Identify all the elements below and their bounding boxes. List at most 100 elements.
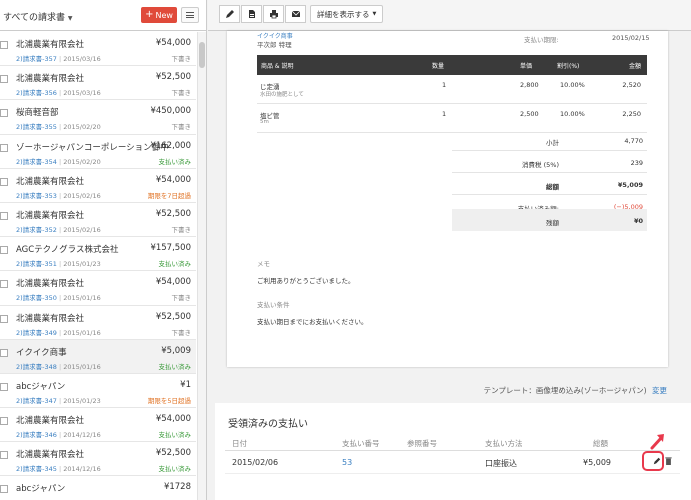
invoice-date: 2015/03/16	[63, 89, 101, 98]
tax-value: 239	[630, 159, 643, 167]
new-invoice-button[interactable]: + New	[141, 7, 177, 23]
payments-table-header: 日付 支払い番号 参照番号 支払い方法 総額	[225, 434, 680, 451]
invoice-number[interactable]: 2)請求書-353	[16, 192, 57, 200]
show-details-dropdown[interactable]: 詳細を表示する ▼	[310, 5, 384, 23]
row-checkbox[interactable]	[0, 41, 8, 49]
row-checkbox[interactable]	[0, 314, 8, 323]
invoice-list-item[interactable]: 桜商軽音部 ¥450,000 2)請求書-355 | 2015/02/20 下書き	[0, 100, 196, 135]
delete-payment-button[interactable]	[665, 457, 672, 467]
invoice-status: 支払い済み	[158, 465, 192, 474]
invoice-list-item[interactable]: 北浦農業有限会社 ¥54,000 2)請求書-357 | 2015/03/16 下書き	[0, 32, 196, 67]
caret-down-icon: ▼	[372, 11, 377, 17]
invoice-customer: ゾーホージャパンコーポレーション御中	[16, 142, 169, 153]
invoice-number[interactable]: 2)請求書-345	[16, 465, 57, 473]
invoice-customer: イクイク商事	[16, 347, 67, 358]
invoice-preview: イクイク商事 平次郎 特理 支払い期限: 2015/02/15 商品 & 説明 …	[227, 31, 668, 367]
invoice-meta: 2)請求書-346 | 2014/12/16	[16, 429, 101, 439]
row-checkbox[interactable]	[0, 246, 8, 255]
change-template-link[interactable]: 変更	[652, 386, 667, 395]
invoice-amount: ¥54,000	[155, 277, 191, 288]
payment-method: 口座振込	[485, 459, 517, 468]
row-checkbox[interactable]	[0, 451, 8, 460]
invoice-number[interactable]: 2)請求書-351	[16, 260, 57, 268]
row-checkbox[interactable]	[0, 75, 8, 84]
invoice-meta: 2)請求書-347 | 2015/01/23	[16, 395, 101, 405]
payment-number-link[interactable]: 53	[342, 458, 352, 467]
items-table-header: 商品 & 説明 数量 単価 割引(%) 金額	[257, 55, 647, 75]
show-details-label: 詳細を表示する	[317, 9, 370, 19]
invoice-amount: ¥157,500	[150, 243, 191, 254]
row-checkbox[interactable]	[0, 417, 8, 426]
invoice-number[interactable]: 2)請求書-354	[16, 158, 57, 166]
invoice-list-item[interactable]: ゾーホージャパンコーポレーション御中 ¥162,000 2)請求書-354 | 20…	[0, 134, 196, 169]
mail-icon	[291, 10, 300, 17]
invoice-number[interactable]: 2)請求書-350	[16, 294, 57, 302]
payments-title: 受領済みの支払い	[228, 419, 308, 430]
invoice-customer: 北浦農業有限会社	[16, 450, 85, 461]
row-checkbox[interactable]	[0, 109, 8, 118]
invoice-list-item[interactable]: AGCテクノグラス株式会社 ¥157,500 2)請求書-351 | 2015/01…	[0, 237, 196, 272]
row-checkbox[interactable]	[0, 348, 8, 357]
invoice-list-item[interactable]: 北浦農業有限会社 ¥54,000 2)請求書-350 | 2015/01/16 下書き	[0, 271, 196, 306]
payment-row: 2015/02/06 53 口座振込 ¥5,009	[225, 452, 680, 474]
tax-label: 消費税 (5%)	[522, 161, 559, 169]
invoice-number[interactable]: 2)請求書-349	[16, 329, 57, 337]
invoice-customer: abcジャパン	[16, 484, 66, 495]
invoice-meta: 2)請求書-357 | 2015/03/16	[16, 53, 101, 63]
invoice-list-item[interactable]: 北浦農業有限会社 ¥52,500 2)請求書-356 | 2015/03/16 下書き	[0, 66, 196, 101]
payment-date: 2015/02/06	[232, 458, 279, 467]
invoice-list-item[interactable]: イクイク商事 ¥5,009 2)請求書-348 | 2015/01/16 支払い済み	[0, 339, 196, 374]
pdf-button[interactable]	[241, 5, 262, 23]
invoice-number[interactable]: 2)請求書-357	[16, 55, 57, 63]
row-checkbox[interactable]	[0, 211, 8, 220]
subtotal-label: 小計	[546, 139, 559, 147]
invoice-number[interactable]: 2)請求書-348	[16, 363, 57, 371]
invoice-number[interactable]: 2)請求書-356	[16, 89, 57, 97]
pointer-arrow-icon	[650, 434, 664, 450]
row-checkbox[interactable]	[0, 382, 8, 391]
invoice-list-item[interactable]: 北浦農業有限会社 ¥54,000 2)請求書-353 | 2015/02/16 期限を…	[0, 168, 196, 203]
invoice-meta: 2)請求書-356 | 2015/03/16	[16, 87, 101, 97]
col-payment-number: 支払い番号	[342, 439, 380, 448]
email-button[interactable]	[285, 5, 306, 23]
item-discount: 10.00%	[560, 110, 585, 118]
payments-received-section: 受領済みの支払い 日付 支払い番号 参照番号 支払い方法 総額 2015/02/…	[215, 403, 691, 500]
invoice-number[interactable]: 2)請求書-355	[16, 123, 57, 131]
invoice-number[interactable]: 2)請求書-352	[16, 226, 57, 234]
item-description: 5m	[260, 119, 269, 125]
invoice-meta: 2)請求書-352 | 2015/02/16	[16, 224, 101, 234]
item-rate: 2,500	[520, 110, 539, 118]
filter-dropdown[interactable]: すべての請求書 ▼	[3, 10, 73, 23]
invoice-number[interactable]: 2)請求書-346	[16, 431, 57, 439]
row-checkbox[interactable]	[0, 177, 8, 186]
row-checkbox[interactable]	[0, 143, 8, 152]
invoice-status: 支払い済み	[158, 362, 192, 371]
trash-icon	[665, 457, 672, 465]
col-payment-date: 日付	[232, 439, 247, 448]
invoice-customer: 北浦農業有限会社	[16, 176, 85, 187]
item-rate: 2,800	[520, 81, 539, 89]
scrollbar-thumb[interactable]	[199, 42, 205, 68]
invoice-list-item[interactable]: abcジャパン ¥1728	[0, 476, 196, 500]
edit-button[interactable]	[219, 5, 240, 23]
invoice-list-item[interactable]: abcジャパン ¥1 2)請求書-347 | 2015/01/23 期限を5日超過	[0, 373, 196, 409]
invoice-number[interactable]: 2)請求書-347	[16, 397, 57, 405]
memo-text: ご利用ありがとうございました。	[257, 277, 355, 285]
row-checkbox[interactable]	[0, 485, 8, 494]
invoice-status: 下書き	[171, 55, 192, 63]
total-value: ¥5,009	[617, 181, 643, 189]
invoice-meta: 2)請求書-355 | 2015/02/20	[16, 121, 101, 131]
template-info: テンプレート：画像埋め込み(ゾーホージャパン) 変更	[484, 385, 667, 396]
invoice-amount: ¥162,000	[150, 140, 191, 151]
list-menu-button[interactable]	[181, 7, 199, 23]
customer-contact: 平次郎 特理	[257, 41, 292, 49]
invoice-list-item[interactable]: 北浦農業有限会社 ¥52,500 2)請求書-345 | 2014/12/16 支払い…	[0, 442, 196, 477]
invoice-list-item[interactable]: 北浦農業有限会社 ¥52,500 2)請求書-352 | 2015/02/16 下書き	[0, 202, 196, 238]
item-amount: 2,520	[622, 81, 641, 89]
print-button[interactable]	[263, 5, 284, 23]
invoice-list-item[interactable]: 北浦農業有限会社 ¥54,000 2)請求書-346 | 2014/12/16 支払い…	[0, 408, 196, 443]
row-checkbox[interactable]	[0, 280, 8, 289]
list-scrollbar[interactable]	[197, 32, 206, 500]
invoice-list-item[interactable]: 北浦農業有限会社 ¥52,500 2)請求書-349 | 2015/01/16 下書き	[0, 305, 196, 340]
invoice-customer: 桜商軽音部	[16, 108, 59, 119]
